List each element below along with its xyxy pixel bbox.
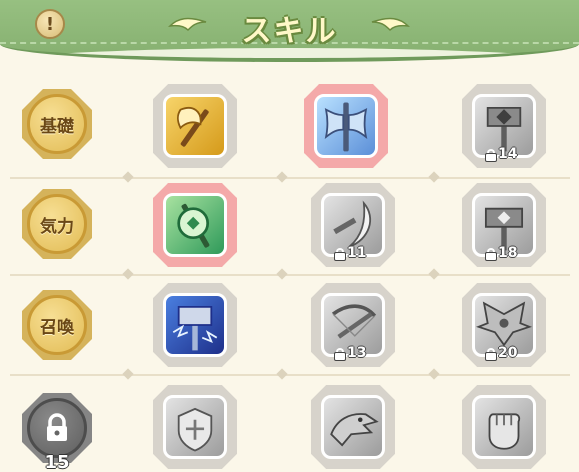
lock-indicator: 20 xyxy=(486,345,517,361)
padlock-icon xyxy=(486,247,496,260)
row-unlock-level: 15 xyxy=(44,452,70,472)
skill-crescent-blade[interactable]: 11 xyxy=(311,183,395,267)
row-label: 気力 xyxy=(40,216,74,237)
dragon-shield-icon xyxy=(177,407,213,452)
skill-golden-axe[interactable] xyxy=(153,84,237,168)
wing-ornament-right-icon xyxy=(371,17,410,32)
padlock-icon xyxy=(335,347,345,360)
padlock-icon xyxy=(47,413,67,441)
row-badge-spirit[interactable]: 気力 xyxy=(22,189,92,259)
padlock-icon xyxy=(486,347,496,360)
row-badge-summon[interactable]: 召喚 xyxy=(22,290,92,360)
unlock-level: 13 xyxy=(347,345,367,361)
divider-diamond xyxy=(276,171,288,183)
divider-diamond xyxy=(428,268,440,280)
skill-crossbow[interactable]: 13 xyxy=(311,283,395,367)
divider-diamond xyxy=(428,171,440,183)
row-divider xyxy=(10,177,570,179)
unlock-level: 11 xyxy=(347,245,367,261)
lock-indicator: 13 xyxy=(335,345,366,361)
divider-diamond xyxy=(122,268,134,280)
page-title: スキル xyxy=(241,14,338,49)
header-lower-band xyxy=(0,48,579,58)
divider-diamond xyxy=(122,171,134,183)
unlock-level: 20 xyxy=(498,345,518,361)
row-divider xyxy=(10,374,570,376)
skill-lightning-hammer[interactable] xyxy=(153,283,237,367)
ice-battle-axe-icon xyxy=(324,102,368,152)
divider-diamond xyxy=(428,368,440,380)
skill-ice-battle-axe[interactable] xyxy=(304,84,388,168)
skill-green-spirit-axe[interactable] xyxy=(153,183,237,267)
dragon-head-icon xyxy=(330,413,379,447)
green-spirit-axe-icon xyxy=(177,203,210,248)
unlock-level: 18 xyxy=(498,245,518,261)
divider-diamond xyxy=(122,368,134,380)
row-divider xyxy=(10,274,570,276)
raised-fist-icon xyxy=(488,413,521,450)
skill-winged-demon[interactable]: 20 xyxy=(462,283,546,367)
golden-axe-icon xyxy=(176,106,209,147)
skill-raised-fist[interactable] xyxy=(462,385,546,469)
lightning-hammer-icon xyxy=(172,305,218,351)
lock-indicator: 11 xyxy=(335,245,366,261)
row-label: 基礎 xyxy=(40,116,74,137)
lock-indicator: 18 xyxy=(486,245,517,261)
skill-dragon-head[interactable] xyxy=(311,385,395,469)
row-label: 召喚 xyxy=(40,317,74,338)
unlock-level: 14 xyxy=(498,146,518,162)
divider-diamond xyxy=(276,268,288,280)
skill-dragon-shield[interactable] xyxy=(153,385,237,469)
skill-heavy-hammer[interactable]: 14 xyxy=(462,84,546,168)
padlock-icon xyxy=(335,247,345,260)
padlock-icon xyxy=(486,148,496,161)
divider-diamond xyxy=(276,368,288,380)
lock-indicator: 14 xyxy=(486,146,517,162)
skill-guard-hammer[interactable]: 18 xyxy=(462,183,546,267)
row-badge-basic[interactable]: 基礎 xyxy=(22,89,92,159)
